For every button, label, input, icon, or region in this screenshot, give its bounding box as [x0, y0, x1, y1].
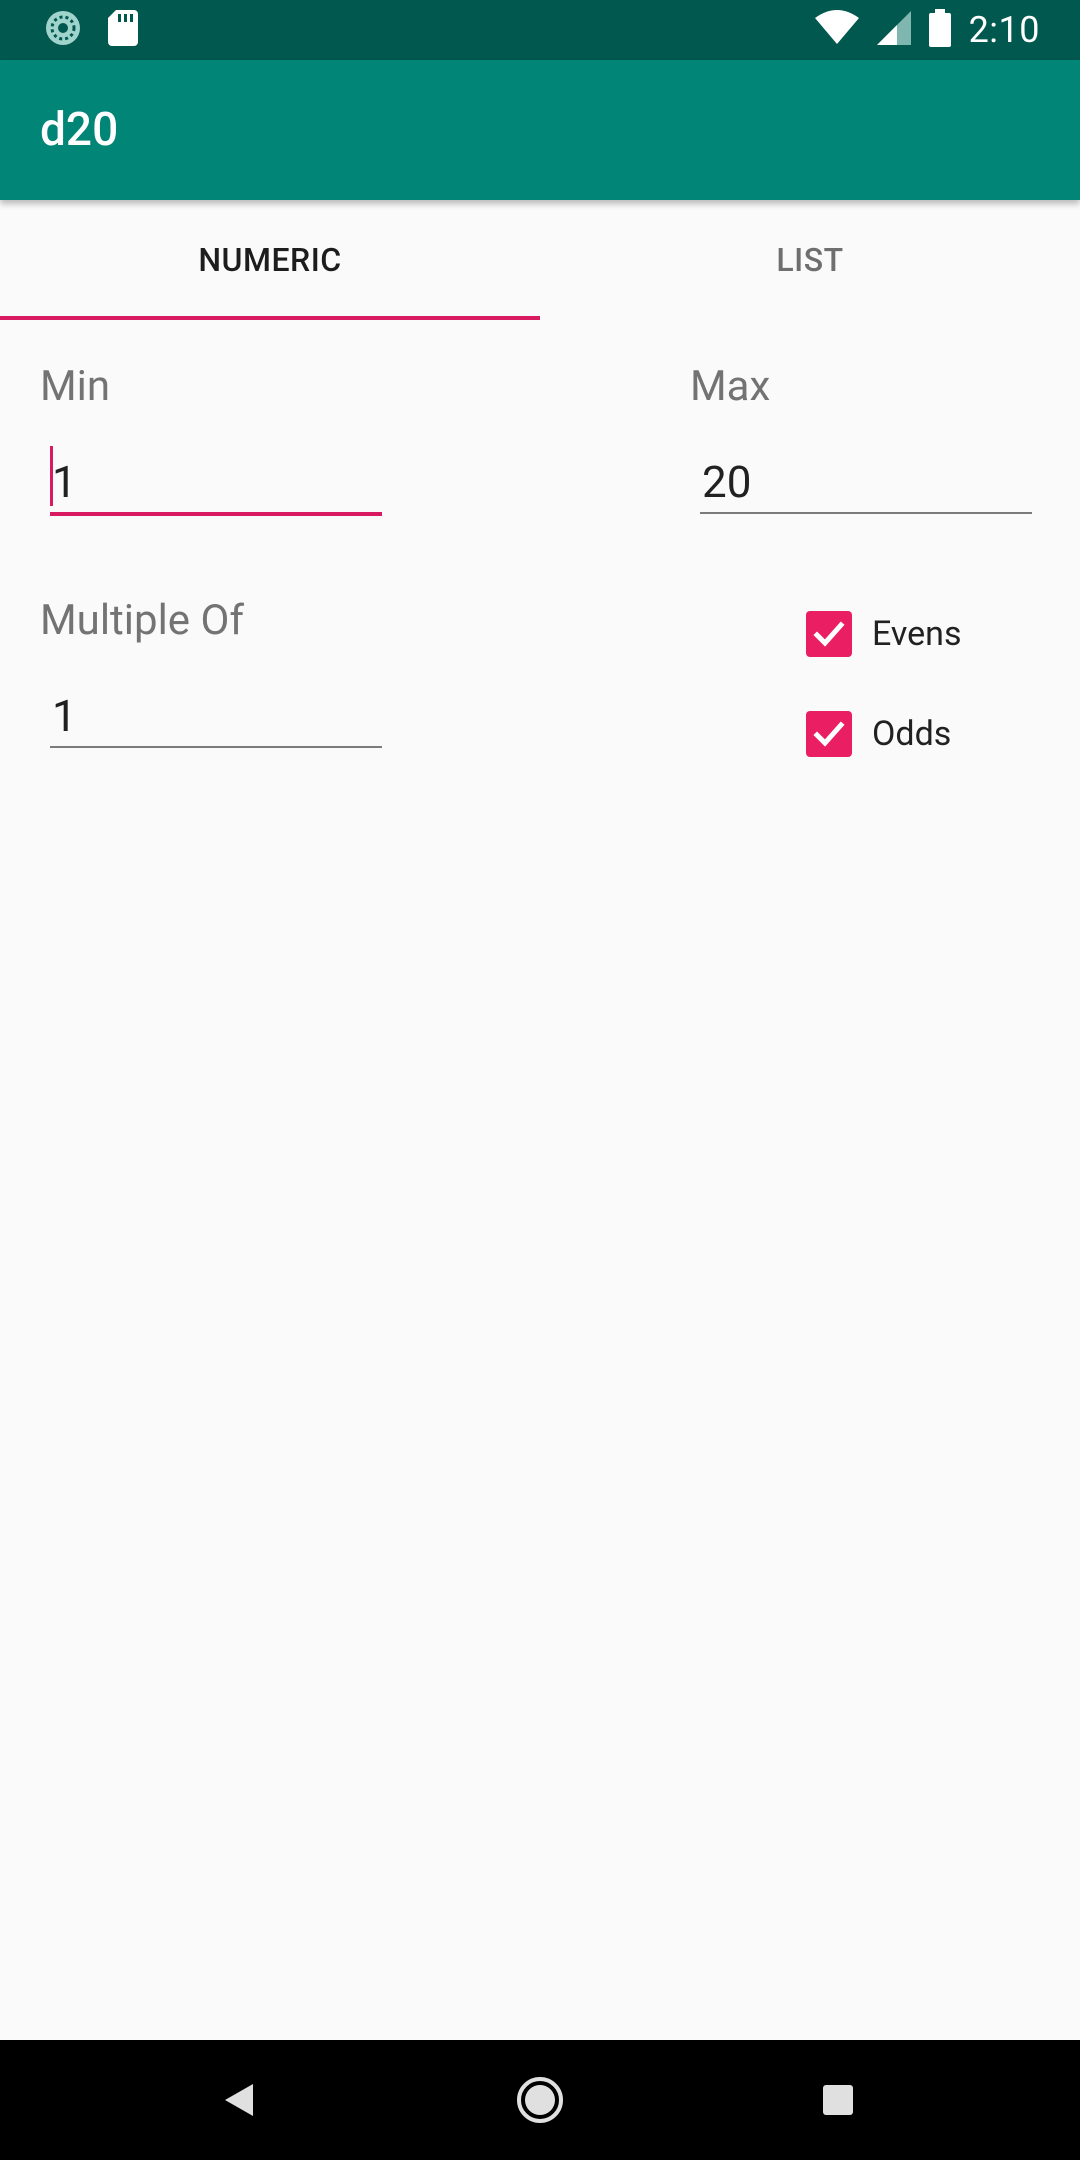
tab-bar: NUMERIC LIST	[0, 200, 1080, 320]
evens-label: Evens	[872, 614, 962, 654]
status-clock: 2:10	[968, 9, 1040, 51]
tab-list-label: LIST	[776, 241, 844, 279]
odds-checkbox[interactable]	[806, 711, 852, 757]
back-icon	[225, 2084, 253, 2116]
status-bar: 2:10	[0, 0, 1080, 60]
multiple-of-label: Multiple Of	[40, 596, 244, 645]
home-button[interactable]	[510, 2070, 570, 2130]
wifi-icon	[814, 10, 859, 50]
sd-card-icon	[108, 10, 138, 50]
check-icon	[813, 721, 845, 747]
app-bar: d20	[0, 60, 1080, 200]
status-left-icons	[44, 10, 138, 50]
tab-list[interactable]: LIST	[540, 200, 1080, 320]
tab-indicator	[0, 316, 540, 320]
back-button[interactable]	[210, 2070, 270, 2130]
check-icon	[813, 621, 845, 647]
app-title: d20	[40, 103, 119, 157]
recents-button[interactable]	[808, 2070, 868, 2130]
multiple-of-input[interactable]	[50, 686, 382, 748]
navigation-bar	[0, 2040, 1080, 2160]
tab-numeric[interactable]: NUMERIC	[0, 200, 540, 320]
odds-checkbox-row[interactable]: Odds	[806, 711, 951, 757]
evens-checkbox-row[interactable]: Evens	[806, 611, 962, 657]
odds-label: Odds	[872, 714, 952, 754]
status-right-icons: 2:10	[814, 8, 1040, 52]
home-icon	[517, 2077, 563, 2123]
battery-icon	[928, 9, 951, 51]
sync-icon	[44, 9, 82, 51]
text-cursor	[50, 446, 53, 506]
evens-checkbox[interactable]	[806, 611, 852, 657]
min-label: Min	[40, 362, 111, 411]
max-label: Max	[690, 362, 771, 411]
max-input[interactable]	[700, 452, 1032, 514]
min-input[interactable]	[50, 452, 382, 516]
signal-icon	[876, 11, 911, 49]
tab-numeric-label: NUMERIC	[198, 241, 342, 279]
recents-icon	[823, 2085, 853, 2115]
